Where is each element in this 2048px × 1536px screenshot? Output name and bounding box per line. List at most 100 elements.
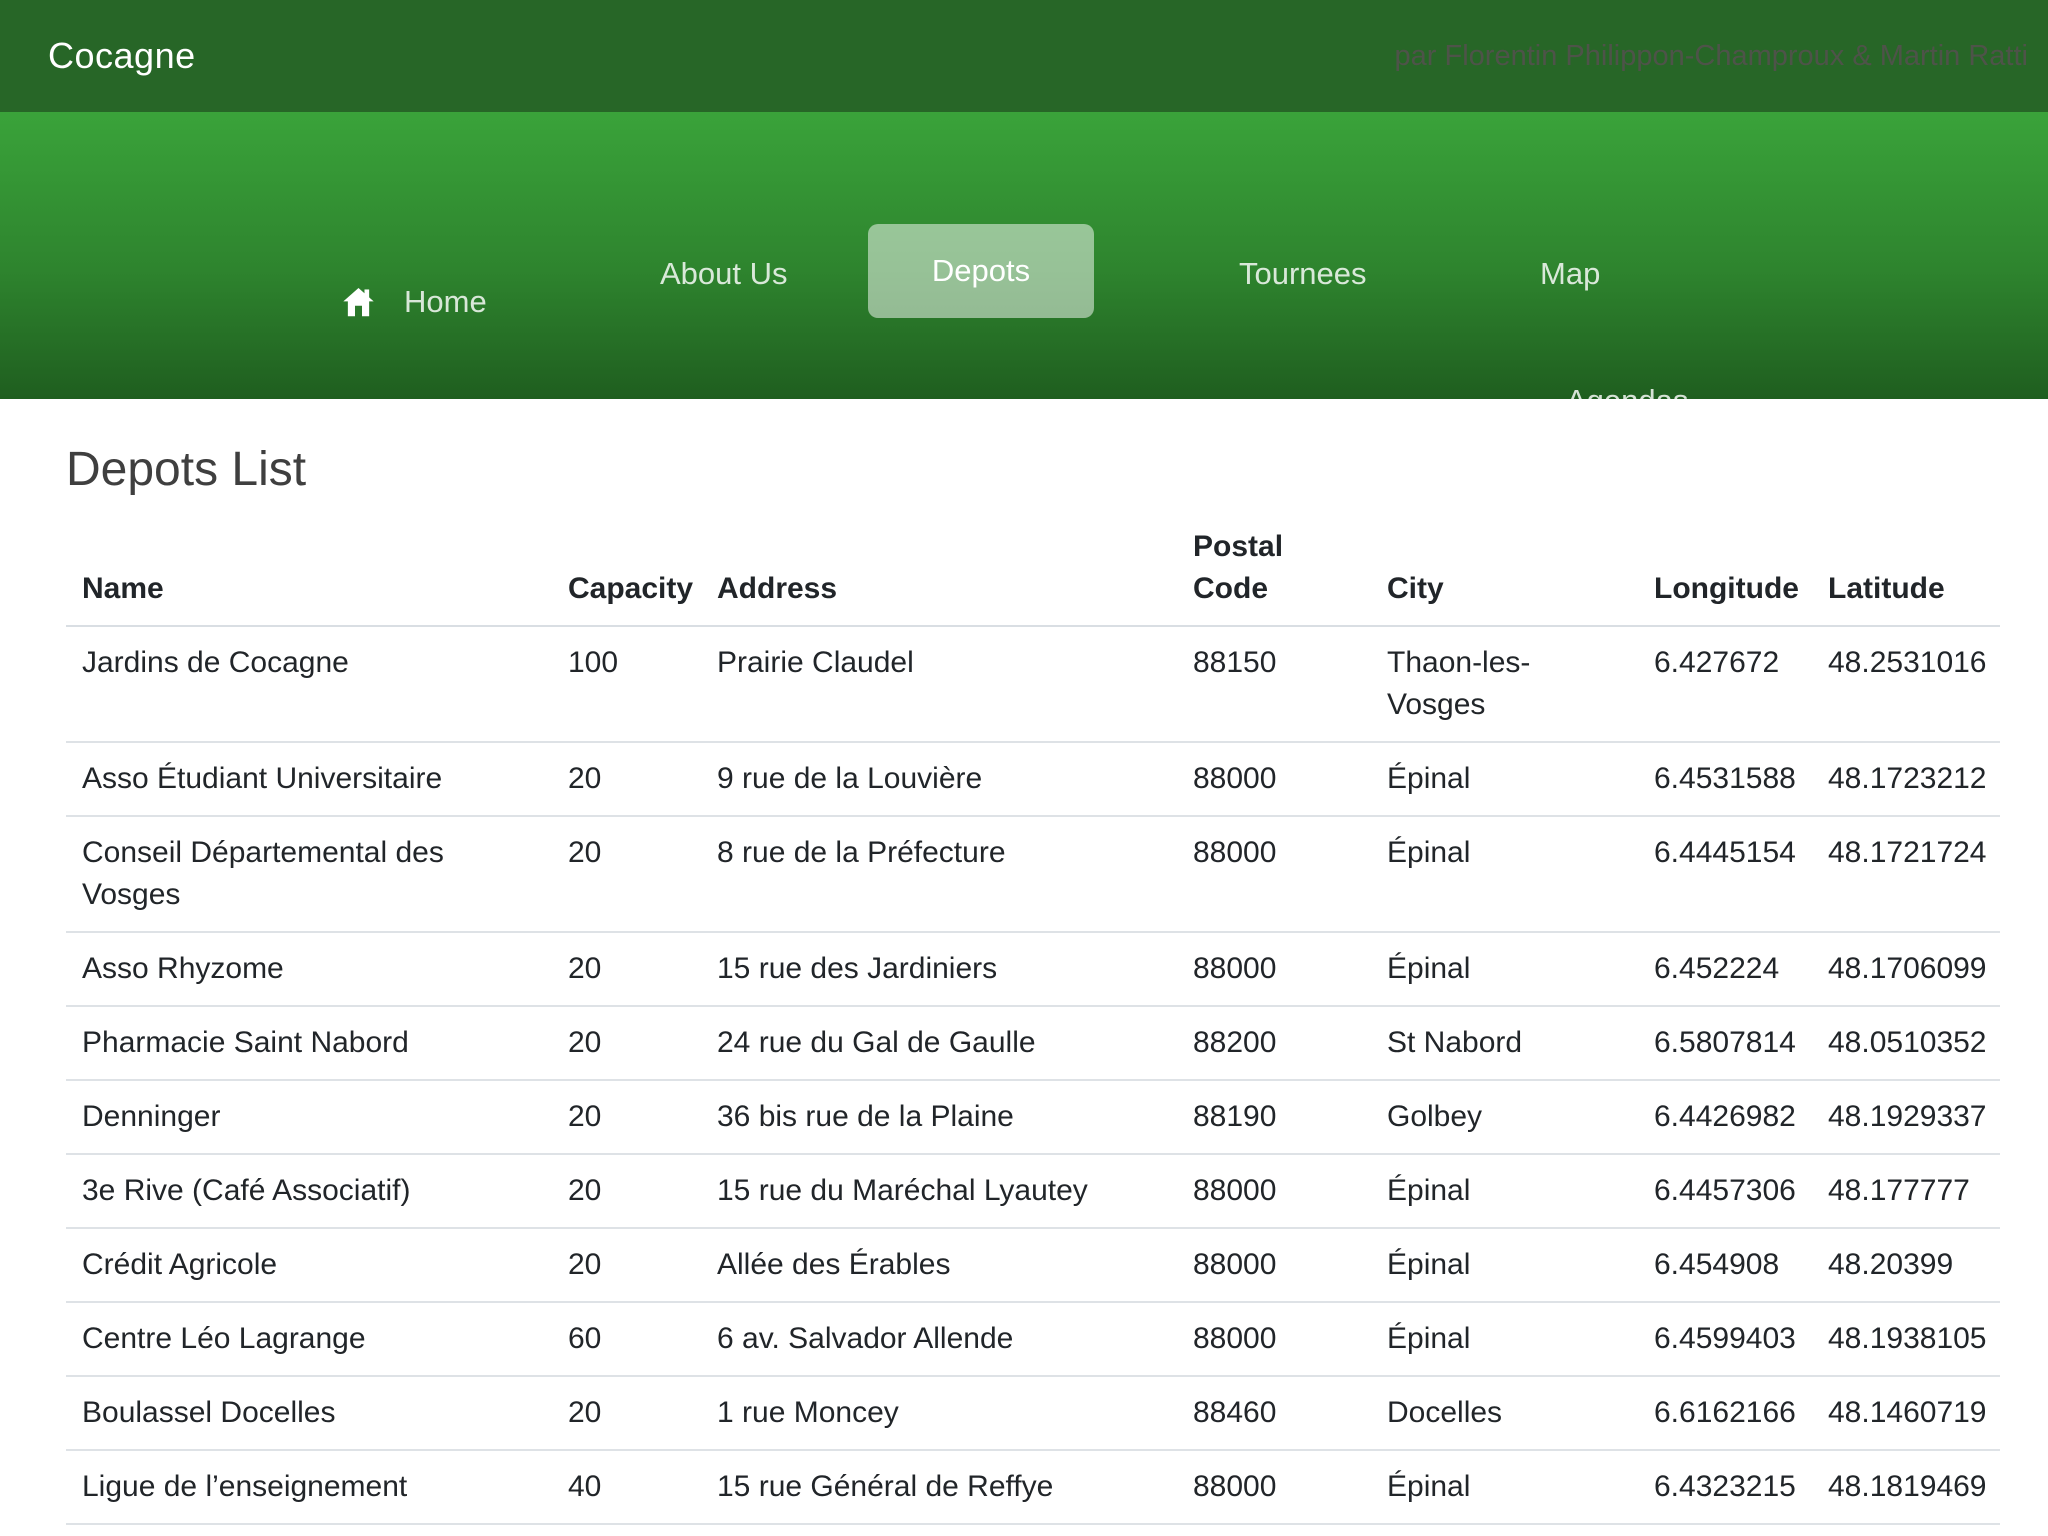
cell-latitude: 48.177777 <box>1812 1154 2000 1228</box>
cell-city: Thaon-les-Vosges <box>1371 626 1638 742</box>
cell-latitude: 48.0510352 <box>1812 1006 2000 1080</box>
cell-name: Boulassel Docelles <box>66 1376 552 1450</box>
cell-postal-code: 88000 <box>1177 932 1371 1006</box>
cell-longitude: 6.427672 <box>1638 626 1812 742</box>
column-header-city: City <box>1371 511 1638 626</box>
table-row: Asso Rhyzome2015 rue des Jardiniers88000… <box>66 932 2000 1006</box>
nav-item-label: Map <box>1540 256 1600 291</box>
table-row: Conseil Départemental des Vosges208 rue … <box>66 816 2000 932</box>
table-row: Denninger2036 bis rue de la Plaine88190G… <box>66 1080 2000 1154</box>
column-header-postal-code: Postal Code <box>1177 511 1371 626</box>
cell-name: Centre Léo Lagrange <box>66 1302 552 1376</box>
cell-latitude: 48.2531016 <box>1812 626 2000 742</box>
cell-longitude: 6.4457306 <box>1638 1154 1812 1228</box>
column-header-longitude: Longitude <box>1638 511 1812 626</box>
cell-postal-code: 88150 <box>1177 626 1371 742</box>
cell-address: Allée des Érables <box>701 1228 1177 1302</box>
cell-name: Denninger <box>66 1080 552 1154</box>
cell-postal-code: 88190 <box>1177 1080 1371 1154</box>
column-header-capacity: Capacity <box>552 511 701 626</box>
cell-longitude: 6.6162166 <box>1638 1376 1812 1450</box>
cell-city: Épinal <box>1371 816 1638 932</box>
cell-latitude: 48.1721724 <box>1812 816 2000 932</box>
depots-table-header-row: NameCapacityAddressPostal CodeCityLongit… <box>66 511 2000 626</box>
page: { "header": { "brand": "Cocagne", "bylin… <box>0 0 2048 1536</box>
cell-latitude: 48.1929337 <box>1812 1080 2000 1154</box>
cell-capacity: 20 <box>552 1006 701 1080</box>
cell-address: 9 rue de la Louvière <box>701 742 1177 816</box>
cell-capacity: 40 <box>552 1450 701 1524</box>
cell-latitude: 48.1938105 <box>1812 1302 2000 1376</box>
cell-name: Pharmacie Saint Nabord <box>66 1006 552 1080</box>
table-row: 3e Rive (Café Associatif)2015 rue du Mar… <box>66 1154 2000 1228</box>
cell-address: 15 rue du Maréchal Lyautey <box>701 1154 1177 1228</box>
cell-name: Asso Rhyzome <box>66 932 552 1006</box>
table-row: Centre Léo Lagrange606 av. Salvador Alle… <box>66 1302 2000 1376</box>
table-row: Pharmacie Saint Nabord2024 rue du Gal de… <box>66 1006 2000 1080</box>
cell-address: 8 rue de la Préfecture <box>701 816 1177 932</box>
cell-postal-code: 88000 <box>1177 1228 1371 1302</box>
app-header: Cocagne par Florentin Philippon-Champrou… <box>0 0 2048 112</box>
nav-item-label: Depots <box>932 249 1030 293</box>
table-row: Asso Étudiant Universitaire209 rue de la… <box>66 742 2000 816</box>
cell-longitude: 6.4531588 <box>1638 742 1812 816</box>
cell-capacity: 100 <box>552 626 701 742</box>
cell-name: Ligue de l’enseignement <box>66 1450 552 1524</box>
cell-longitude: 6.5807814 <box>1638 1006 1812 1080</box>
cell-postal-code: 88000 <box>1177 1302 1371 1376</box>
cell-postal-code: 88000 <box>1177 1154 1371 1228</box>
cell-city: Épinal <box>1371 742 1638 816</box>
cell-longitude: 6.452224 <box>1638 932 1812 1006</box>
cell-longitude: 6.4323215 <box>1638 1450 1812 1524</box>
nav-item-depots-active[interactable]: Depots <box>868 224 1094 318</box>
cell-name: 3e Rive (Café Associatif) <box>66 1154 552 1228</box>
cell-capacity: 20 <box>552 1376 701 1450</box>
nav-item-about-us[interactable]: About Us <box>660 252 788 296</box>
cell-latitude: 48.1819469 <box>1812 1450 2000 1524</box>
cell-city: Épinal <box>1371 1154 1638 1228</box>
cell-latitude: 48.1706099 <box>1812 932 2000 1006</box>
depots-table: NameCapacityAddressPostal CodeCityLongit… <box>66 511 2000 1525</box>
cell-name: Jardins de Cocagne <box>66 626 552 742</box>
nav-item-label: Tournees <box>1239 256 1367 291</box>
main-nav: Home About Us Depots Tournees Map Agenda… <box>0 112 2048 399</box>
column-header-name: Name <box>66 511 552 626</box>
cell-postal-code: 88000 <box>1177 1450 1371 1524</box>
cell-longitude: 6.4445154 <box>1638 816 1812 932</box>
cell-city: Épinal <box>1371 1302 1638 1376</box>
cell-address: 24 rue du Gal de Gaulle <box>701 1006 1177 1080</box>
cell-city: Épinal <box>1371 1450 1638 1524</box>
column-header-address: Address <box>701 511 1177 626</box>
cell-capacity: 20 <box>552 1080 701 1154</box>
cell-name: Asso Étudiant Universitaire <box>66 742 552 816</box>
cell-city: St Nabord <box>1371 1006 1638 1080</box>
column-header-latitude: Latitude <box>1812 511 2000 626</box>
cell-city: Épinal <box>1371 1228 1638 1302</box>
cell-latitude: 48.1723212 <box>1812 742 2000 816</box>
table-row: Ligue de l’enseignement4015 rue Général … <box>66 1450 2000 1524</box>
cell-longitude: 6.4426982 <box>1638 1080 1812 1154</box>
table-row: Crédit Agricole20Allée des Érables88000É… <box>66 1228 2000 1302</box>
cell-postal-code: 88000 <box>1177 816 1371 932</box>
cell-capacity: 20 <box>552 742 701 816</box>
nav-item-agendas[interactable]: Agendas <box>1566 379 1688 423</box>
cell-city: Épinal <box>1371 932 1638 1006</box>
nav-item-home[interactable]: Home <box>341 280 487 324</box>
cell-capacity: 20 <box>552 932 701 1006</box>
main-content: Depots List NameCapacityAddressPostal Co… <box>0 441 2048 1525</box>
cell-postal-code: 88200 <box>1177 1006 1371 1080</box>
nav-item-map[interactable]: Map <box>1540 252 1600 296</box>
home-icon <box>341 283 376 321</box>
cell-address: 1 rue Moncey <box>701 1376 1177 1450</box>
cell-capacity: 20 <box>552 1228 701 1302</box>
cell-city: Docelles <box>1371 1376 1638 1450</box>
cell-name: Conseil Départemental des Vosges <box>66 816 552 932</box>
nav-item-label: About Us <box>660 256 788 291</box>
depots-table-body: Jardins de Cocagne100Prairie Claudel8815… <box>66 626 2000 1524</box>
cell-capacity: 20 <box>552 816 701 932</box>
cell-postal-code: 88000 <box>1177 742 1371 816</box>
nav-item-tournees[interactable]: Tournees <box>1239 252 1367 296</box>
cell-address: Prairie Claudel <box>701 626 1177 742</box>
brand[interactable]: Cocagne <box>48 35 196 77</box>
cell-latitude: 48.1460719 <box>1812 1376 2000 1450</box>
